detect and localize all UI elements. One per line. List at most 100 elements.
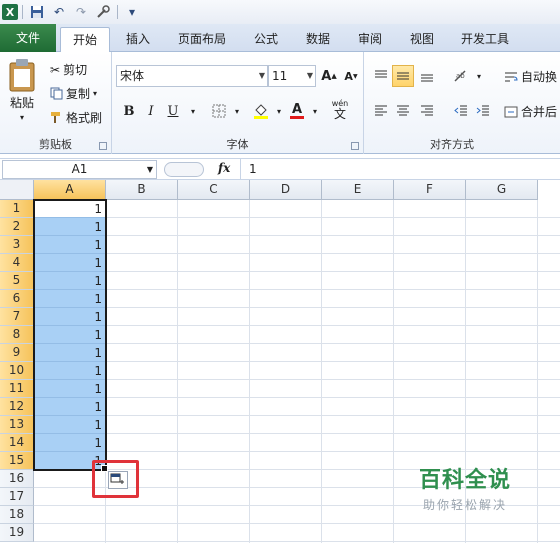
row-header-19[interactable]: 19 xyxy=(0,524,34,542)
tab-insert[interactable]: 插入 xyxy=(116,27,160,52)
increase-indent-icon[interactable] xyxy=(472,100,494,122)
redo-icon[interactable]: ↷ xyxy=(71,2,91,22)
column-header-f[interactable]: F xyxy=(394,180,466,200)
dialog-launcher-icon[interactable] xyxy=(351,142,359,150)
cell-a9[interactable]: 1 xyxy=(34,344,106,362)
wrap-text-button[interactable]: 自动换 xyxy=(504,68,557,85)
cell-a2[interactable]: 1 xyxy=(34,218,106,236)
cell-a1[interactable]: 1 xyxy=(34,200,106,218)
undo-icon[interactable]: ↶ xyxy=(49,2,69,22)
font-name-select[interactable]: 宋体 ▼ xyxy=(116,65,268,87)
row-header-15[interactable]: 15 xyxy=(0,452,34,470)
cell-a13[interactable]: 1 xyxy=(34,416,106,434)
column-header-a[interactable]: A xyxy=(34,180,106,200)
paste-button[interactable]: 粘贴 ▾ xyxy=(8,58,36,122)
column-header-e[interactable]: E xyxy=(322,180,394,200)
chevron-down-icon[interactable]: ▼ xyxy=(147,161,153,178)
underline-button[interactable]: U xyxy=(162,100,184,122)
cell-a8[interactable]: 1 xyxy=(34,326,106,344)
align-middle-icon[interactable] xyxy=(392,65,414,87)
row-header-11[interactable]: 11 xyxy=(0,380,34,398)
cell-a11[interactable]: 1 xyxy=(34,380,106,398)
cell-a5[interactable]: 1 xyxy=(34,272,106,290)
cell-a4[interactable]: 1 xyxy=(34,254,106,272)
italic-button[interactable]: I xyxy=(140,100,162,122)
align-center-icon[interactable] xyxy=(392,100,414,122)
dialog-launcher-icon[interactable] xyxy=(99,142,107,150)
font-size-select[interactable]: 11 ▼ xyxy=(268,65,316,87)
row-header-16[interactable]: 16 xyxy=(0,470,34,488)
grow-font-button[interactable]: A ▲ xyxy=(318,65,340,87)
customize-toolbar-icon[interactable]: ▾ xyxy=(122,2,142,22)
row-header-5[interactable]: 5 xyxy=(0,272,34,290)
tab-file[interactable]: 文件 xyxy=(0,24,56,52)
chevron-down-icon: ▼ xyxy=(306,71,313,80)
insert-function-icon[interactable]: fx xyxy=(218,161,230,175)
row-header-2[interactable]: 2 xyxy=(0,218,34,236)
cell-a7[interactable]: 1 xyxy=(34,308,106,326)
copy-label: 复制 xyxy=(66,87,91,101)
copy-button[interactable]: 复制 ▾ xyxy=(50,85,97,102)
align-right-icon[interactable] xyxy=(416,100,438,122)
row-header-4[interactable]: 4 xyxy=(0,254,34,272)
format-painter-button[interactable]: 格式刷 xyxy=(50,109,102,126)
align-left-icon[interactable] xyxy=(370,100,392,122)
row-header-1[interactable]: 1 xyxy=(0,200,34,218)
excel-logo-icon: X xyxy=(2,4,18,20)
cut-button[interactable]: ✂ 剪切 xyxy=(50,61,87,78)
decrease-indent-icon[interactable] xyxy=(450,100,472,122)
align-bottom-icon[interactable] xyxy=(416,65,438,87)
merge-center-button[interactable]: 合并后 xyxy=(504,103,557,120)
row-header-8[interactable]: 8 xyxy=(0,326,34,344)
font-size-value: 11 xyxy=(272,69,288,83)
bold-button[interactable]: B xyxy=(118,100,140,122)
tools-icon[interactable] xyxy=(93,2,113,22)
grow-font-icon: A xyxy=(321,68,332,84)
cell-a10[interactable]: 1 xyxy=(34,362,106,380)
cell-a3[interactable]: 1 xyxy=(34,236,106,254)
scissors-icon: ✂ xyxy=(50,62,61,77)
cell-a14[interactable]: 1 xyxy=(34,434,106,452)
row-header-9[interactable]: 9 xyxy=(0,344,34,362)
tab-home[interactable]: 开始 xyxy=(60,27,110,53)
copy-icon xyxy=(50,87,63,100)
row-header-14[interactable]: 14 xyxy=(0,434,34,452)
name-box[interactable]: A1 ▼ xyxy=(2,160,157,179)
shrink-font-button[interactable]: A ▼ xyxy=(340,65,362,87)
formula-input[interactable]: 1 xyxy=(240,159,560,179)
excel-window: X ↶ ↷ ▾ 文件 开始 插入 页面布局 公式 数据 审阅 视图 开发工具 粘… xyxy=(0,0,560,543)
cut-label: 剪切 xyxy=(63,63,88,77)
tab-developer[interactable]: 开发工具 xyxy=(452,27,518,52)
column-header-c[interactable]: C xyxy=(178,180,250,200)
row-header-12[interactable]: 12 xyxy=(0,398,34,416)
column-header-b[interactable]: B xyxy=(106,180,178,200)
align-top-icon[interactable] xyxy=(370,65,392,87)
font-color-letter: A xyxy=(291,101,303,117)
row-header-7[interactable]: 7 xyxy=(0,308,34,326)
row-header-3[interactable]: 3 xyxy=(0,236,34,254)
tab-view[interactable]: 视图 xyxy=(400,27,444,52)
clipboard-group: 粘贴 ▾ ✂ 剪切 复制 ▾ 格式刷 剪贴板 xyxy=(0,52,112,154)
column-header-g[interactable]: G xyxy=(466,180,538,200)
chevron-down-icon[interactable]: ▾ xyxy=(304,100,326,122)
save-icon[interactable] xyxy=(27,2,47,22)
column-header-d[interactable]: D xyxy=(250,180,322,200)
row-header-17[interactable]: 17 xyxy=(0,488,34,506)
tab-data[interactable]: 数据 xyxy=(296,27,340,52)
tab-page-layout[interactable]: 页面布局 xyxy=(170,27,234,52)
tab-review[interactable]: 审阅 xyxy=(348,27,392,52)
cell-a12[interactable]: 1 xyxy=(34,398,106,416)
chevron-down-icon[interactable]: ▾ xyxy=(182,100,204,122)
tab-formulas[interactable]: 公式 xyxy=(244,27,288,52)
row-header-18[interactable]: 18 xyxy=(0,506,34,524)
chevron-down-icon[interactable]: ▾ xyxy=(468,65,490,87)
chevron-down-icon[interactable]: ▾ xyxy=(20,113,24,122)
row-header-13[interactable]: 13 xyxy=(0,416,34,434)
select-all-button[interactable] xyxy=(0,180,34,200)
row-header-10[interactable]: 10 xyxy=(0,362,34,380)
phonetic-button[interactable]: wén 文 xyxy=(326,98,354,120)
cell-a6[interactable]: 1 xyxy=(34,290,106,308)
formula-bar-resize-handle[interactable] xyxy=(164,162,204,177)
chevron-down-icon[interactable]: ▾ xyxy=(226,100,248,122)
row-header-6[interactable]: 6 xyxy=(0,290,34,308)
